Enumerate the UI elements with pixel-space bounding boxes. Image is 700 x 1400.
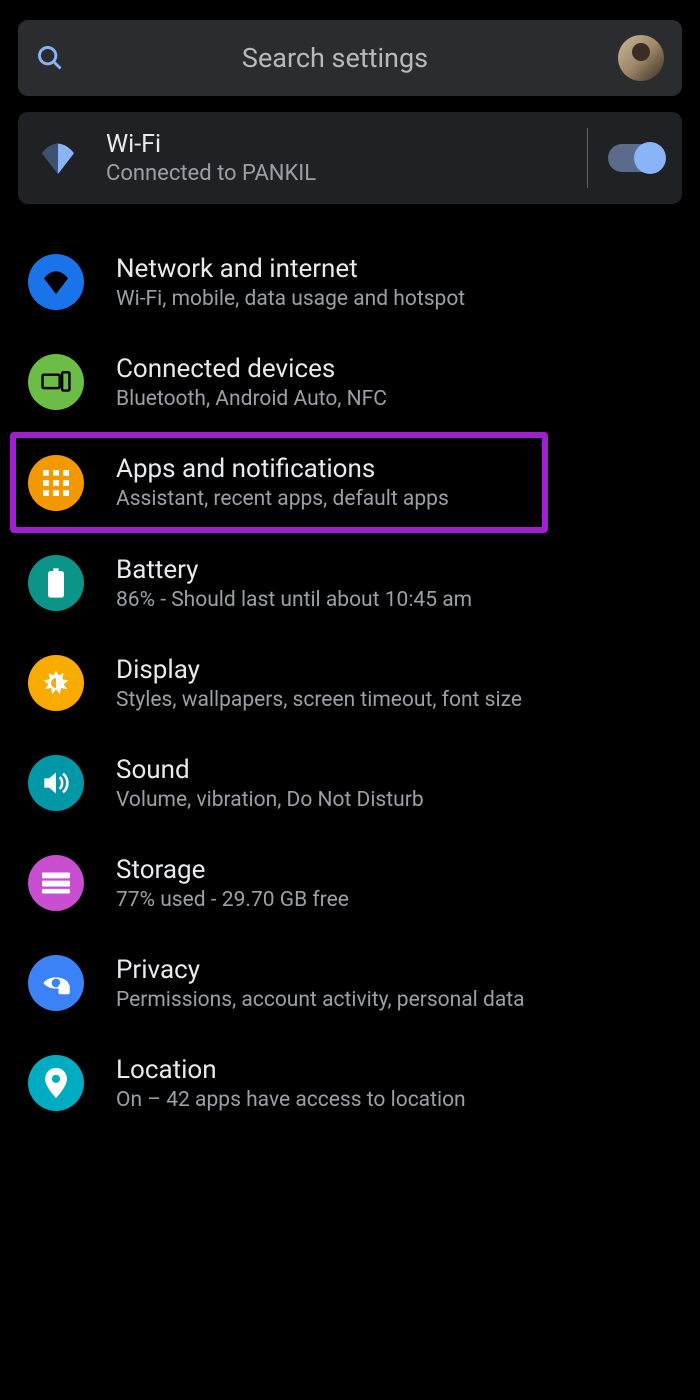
item-title: Network and internet xyxy=(116,254,465,284)
item-subtitle: Wi-Fi, mobile, data usage and hotspot xyxy=(116,287,465,311)
item-title: Sound xyxy=(116,755,424,785)
item-subtitle: 77% used - 29.70 GB free xyxy=(116,888,349,912)
wifi-quick-card[interactable]: Wi-Fi Connected to PANKIL xyxy=(18,112,682,204)
location-icon xyxy=(28,1055,84,1111)
brightness-icon xyxy=(28,655,84,711)
settings-item-display[interactable]: Display Styles, wallpapers, screen timeo… xyxy=(22,633,678,733)
apps-icon xyxy=(28,455,84,511)
item-subtitle: Volume, vibration, Do Not Disturb xyxy=(116,788,424,812)
battery-icon xyxy=(28,555,84,611)
settings-item-apps-notifications[interactable]: Apps and notifications Assistant, recent… xyxy=(10,432,548,533)
settings-item-privacy[interactable]: Privacy Permissions, account activity, p… xyxy=(22,933,678,1033)
item-subtitle: 86% - Should last until about 10:45 am xyxy=(116,588,472,612)
item-subtitle: Assistant, recent apps, default apps xyxy=(116,487,449,511)
item-title: Location xyxy=(116,1055,466,1085)
wifi-icon xyxy=(38,142,78,174)
storage-icon xyxy=(28,855,84,911)
settings-item-battery[interactable]: Battery 86% - Should last until about 10… xyxy=(22,533,678,633)
settings-item-connected-devices[interactable]: Connected devices Bluetooth, Android Aut… xyxy=(22,332,678,432)
devices-icon xyxy=(28,354,84,410)
settings-item-storage[interactable]: Storage 77% used - 29.70 GB free xyxy=(22,833,678,933)
settings-item-sound[interactable]: Sound Volume, vibration, Do Not Disturb xyxy=(22,733,678,833)
item-subtitle: On – 42 apps have access to location xyxy=(116,1088,466,1112)
item-title: Apps and notifications xyxy=(116,454,449,484)
avatar[interactable] xyxy=(618,35,664,81)
privacy-icon xyxy=(28,955,84,1011)
item-title: Privacy xyxy=(116,955,525,985)
item-title: Battery xyxy=(116,555,472,585)
item-subtitle: Styles, wallpapers, screen timeout, font… xyxy=(116,688,522,712)
sound-icon xyxy=(28,755,84,811)
wifi-toggle[interactable] xyxy=(608,144,662,172)
settings-item-network[interactable]: Network and internet Wi-Fi, mobile, data… xyxy=(22,232,678,332)
search-placeholder: Search settings xyxy=(52,42,618,74)
settings-item-location[interactable]: Location On – 42 apps have access to loc… xyxy=(22,1033,678,1133)
item-subtitle: Permissions, account activity, personal … xyxy=(116,988,525,1012)
wifi-title: Wi-Fi xyxy=(106,130,577,159)
divider xyxy=(587,128,588,188)
search-bar[interactable]: Search settings xyxy=(18,20,682,96)
item-subtitle: Bluetooth, Android Auto, NFC xyxy=(116,387,387,411)
item-title: Display xyxy=(116,655,522,685)
item-title: Connected devices xyxy=(116,354,387,384)
wifi-subtitle: Connected to PANKIL xyxy=(106,161,577,186)
item-title: Storage xyxy=(116,855,349,885)
wifi-icon xyxy=(28,254,84,310)
